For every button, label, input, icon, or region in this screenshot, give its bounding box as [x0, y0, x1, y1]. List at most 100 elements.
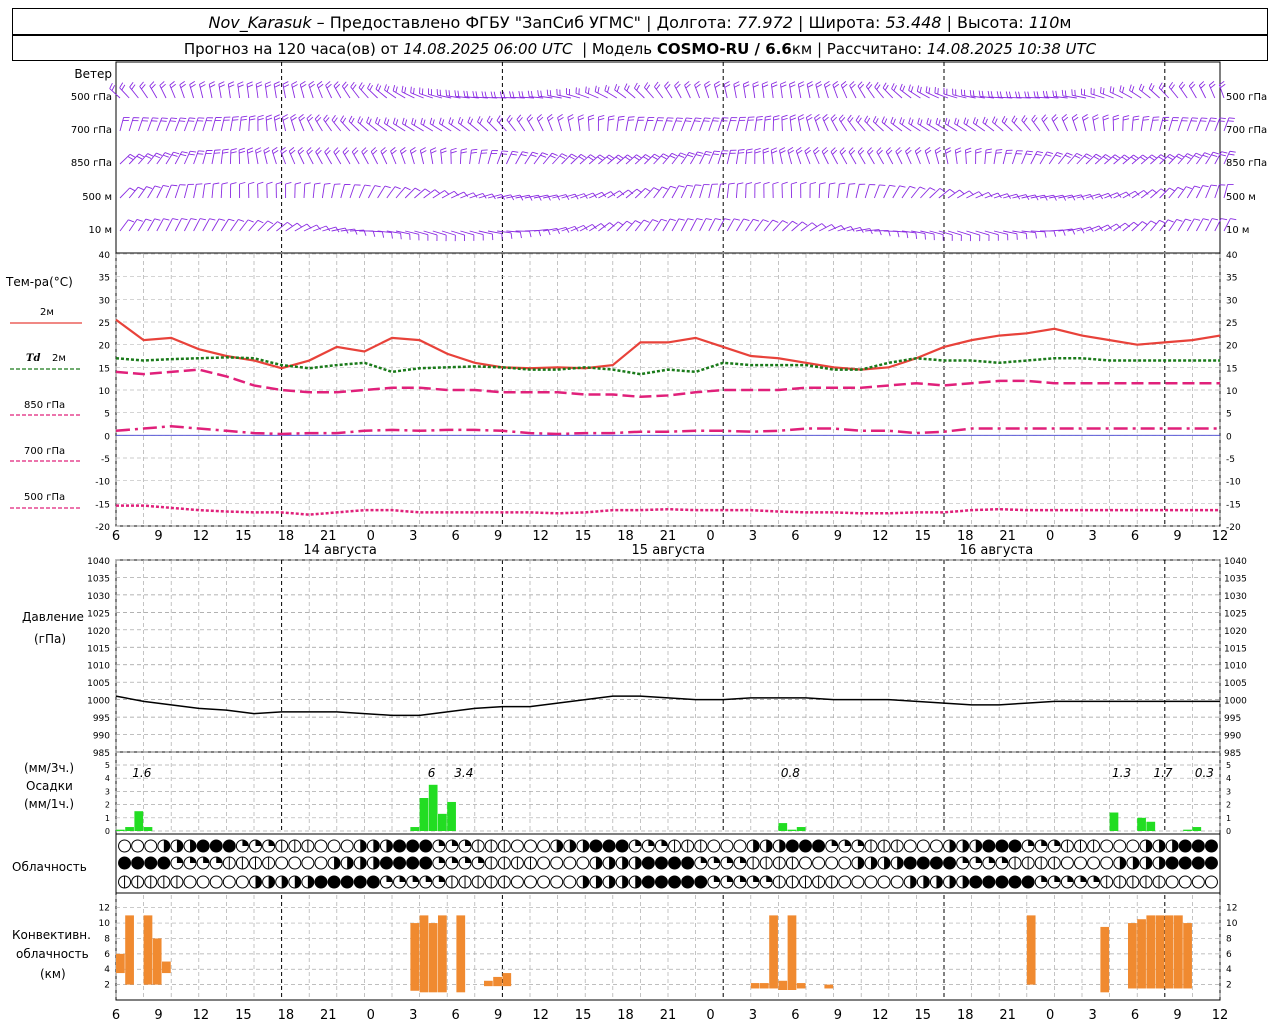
- wind-barb: [1003, 230, 1018, 240]
- prec-tick-left: 1: [105, 814, 110, 823]
- wind-barb: [1031, 114, 1041, 132]
- cloud-symbol: [406, 839, 420, 853]
- cloud-symbol: [1152, 875, 1166, 889]
- temp-tick-left: -5: [101, 455, 110, 465]
- cloud-symbol: [327, 875, 341, 889]
- cloud-symbol: [1126, 839, 1140, 853]
- wind-barb: [370, 147, 379, 165]
- cloud-symbol: [157, 875, 171, 889]
- wind-barb: [1158, 82, 1170, 99]
- wind-barb: [333, 147, 342, 165]
- wind-barb: [460, 192, 478, 199]
- pres-tick-right: 1020: [1224, 627, 1247, 637]
- convective-bar: [410, 923, 420, 991]
- cloud-symbol: [537, 875, 551, 889]
- wind-barb: [220, 116, 231, 132]
- wind-barb: [873, 184, 886, 199]
- wind-barb: [864, 184, 876, 199]
- wind-barb: [486, 115, 498, 132]
- pres-tick-left: 1010: [87, 662, 110, 672]
- wind-barb: [469, 192, 487, 199]
- wind-barb: [467, 116, 480, 132]
- cloud-symbol: [759, 875, 773, 889]
- precip-bar: [438, 813, 447, 831]
- cloud-symbol: [524, 856, 537, 870]
- wind-barb: [533, 152, 549, 165]
- wind-barb: [238, 147, 246, 165]
- wind-barb: [342, 147, 351, 165]
- cloud-symbol: [681, 856, 695, 870]
- wind-barb: [809, 223, 827, 232]
- wind-barb: [395, 186, 411, 199]
- wind-barb: [566, 88, 581, 99]
- cloud-symbol: [170, 839, 184, 853]
- wind-barb: [804, 147, 811, 165]
- wind-barb: [119, 219, 135, 232]
- wind-barb: [689, 117, 702, 132]
- wind-barb: [1168, 117, 1179, 132]
- pres-tick-right: 995: [1224, 714, 1241, 724]
- wind-barb: [1112, 114, 1120, 132]
- wind-barb: [772, 220, 789, 232]
- wind-level-label-left: 10 м: [89, 225, 112, 236]
- wind-barb: [349, 184, 361, 199]
- wind-barb: [1178, 81, 1188, 99]
- cloud-symbol: [209, 856, 223, 870]
- wind-barb: [294, 223, 312, 232]
- cloud-symbol: [615, 875, 629, 889]
- cloud-symbol: [1165, 856, 1179, 870]
- cloud-symbol: [969, 839, 983, 853]
- cloud-symbol: [838, 856, 852, 870]
- cloud-symbol: [759, 839, 773, 853]
- cloud-symbol: [510, 875, 524, 889]
- cloud-symbol: [1060, 856, 1074, 870]
- wind-barb: [1195, 117, 1208, 132]
- wind-barb: [524, 151, 539, 165]
- legend-t2m-label: 2м: [40, 307, 54, 318]
- cloud-symbol: [838, 875, 852, 889]
- cloud-symbol: [654, 839, 668, 853]
- cloud-symbol: [1178, 875, 1192, 889]
- convective-bar: [493, 976, 502, 987]
- hour-tick-label: 6: [452, 1008, 460, 1023]
- hour-tick-label: 18: [957, 1008, 974, 1023]
- hour-tick-label: 3: [409, 529, 417, 544]
- wind-barb: [380, 147, 388, 165]
- cloud-symbol: [1178, 839, 1192, 853]
- cloud-symbol: [262, 875, 276, 889]
- pres-tick-left: 1040: [87, 557, 110, 567]
- pres-tick-left: 995: [93, 714, 110, 724]
- cloud-panel: [118, 839, 1218, 889]
- temp-tick-right: -5: [1226, 455, 1235, 465]
- cloud-symbol: [131, 839, 145, 853]
- cloud-symbol: [733, 875, 747, 889]
- cloud-symbol: [746, 839, 760, 853]
- wind-barb: [789, 81, 796, 99]
- convective-bar: [419, 915, 429, 993]
- cloud-symbol: [720, 856, 734, 870]
- wind-barb: [273, 114, 281, 132]
- wind-barb: [791, 221, 808, 232]
- wind-barb: [546, 89, 562, 99]
- wind-barb: [726, 117, 738, 132]
- wind-barb: [441, 190, 459, 199]
- cloud-symbol: [563, 839, 577, 853]
- wind-barb: [1198, 81, 1207, 99]
- cloud-symbol: [707, 875, 721, 889]
- temp-tick-left: 25: [99, 319, 110, 329]
- cloud-symbol: [393, 875, 407, 889]
- wind-barb: [239, 219, 254, 232]
- wind-barb: [1122, 115, 1130, 132]
- cloud-symbol: [916, 839, 930, 853]
- wind-barb: [984, 148, 992, 165]
- temp-tick-right: 20: [1226, 342, 1238, 352]
- temp-tick-left: 30: [99, 296, 111, 306]
- cloud-symbol: [641, 856, 655, 870]
- wind-barb: [290, 114, 297, 132]
- hour-tick-label: 18: [278, 529, 295, 544]
- wind-barb: [855, 183, 866, 199]
- temp-tick-right: 15: [1226, 364, 1237, 374]
- precip-bar: [1192, 827, 1202, 831]
- hour-tick-label: 0: [1046, 529, 1054, 544]
- wind-barb: [1012, 230, 1028, 240]
